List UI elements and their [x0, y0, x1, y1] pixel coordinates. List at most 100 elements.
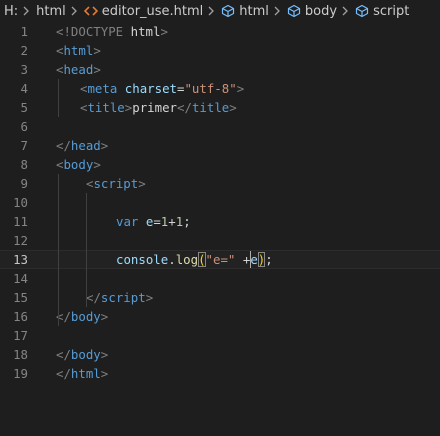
indent-guide [58, 79, 59, 117]
code-token: </ [56, 138, 71, 153]
code-line[interactable]: 6 [0, 117, 440, 136]
code-token: > [100, 347, 109, 362]
code-line[interactable]: 14 [0, 269, 440, 288]
chevron-right-icon [341, 6, 349, 16]
breadcrumb-drive-label: H: [4, 3, 19, 19]
line-number: 1 [20, 24, 28, 39]
line-number: 13 [13, 252, 28, 267]
code-token: > [100, 309, 109, 324]
code-token: primer [132, 100, 178, 115]
code-token: + [235, 252, 251, 267]
code-token: title [87, 100, 125, 115]
cube-symbol-icon [221, 4, 235, 18]
code-token: body [70, 309, 101, 324]
code-line[interactable]: 13 console.log("e=" +e); [0, 250, 440, 269]
code-line[interactable]: 9 <script> [0, 174, 440, 193]
line-number: 3 [20, 62, 28, 77]
code-text: <meta charset="utf-8"> [80, 79, 244, 98]
code-token: head [70, 138, 101, 153]
code-line[interactable]: 16 </body> [0, 307, 440, 326]
code-editor-area[interactable]: 1 <!DOCTYPE html> 2 <html> 3 <head> 4 <meta cha… [0, 22, 440, 436]
indent-guide [58, 174, 59, 326]
code-token: ; [265, 252, 273, 267]
breadcrumb-file[interactable]: editor_use.html [83, 3, 204, 19]
code-text: <!DOCTYPE html> [56, 22, 168, 41]
code-line[interactable]: 19 </html> [0, 364, 440, 383]
code-line[interactable]: 10 [0, 193, 440, 212]
line-number: 7 [20, 138, 28, 153]
code-token: "utf-8" [184, 81, 237, 96]
html-file-icon [83, 6, 98, 16]
code-text: <title>primer</title> [80, 98, 237, 117]
code-line[interactable]: 17 [0, 326, 440, 345]
code-token: script [93, 176, 139, 191]
line-number: 17 [13, 328, 28, 343]
code-token: . [168, 252, 176, 267]
code-line[interactable]: 11 var e=1+1; [0, 212, 440, 231]
cube-symbol-icon [287, 4, 301, 18]
line-number: 5 [20, 100, 28, 115]
line-number: 16 [13, 309, 28, 324]
breadcrumb-symbol-script[interactable]: script [355, 4, 409, 19]
code-text: </body> [56, 345, 108, 364]
line-number: 2 [20, 43, 28, 58]
code-token: var [116, 214, 139, 229]
code-token: </ [86, 290, 101, 305]
code-text: <body> [56, 155, 101, 174]
code-token: > [93, 62, 101, 77]
code-line[interactable]: 1 <!DOCTYPE html> [0, 22, 440, 41]
code-line[interactable]: 5 <title>primer</title> [0, 98, 440, 117]
breadcrumb-symbol-label: body [304, 3, 338, 19]
line-number: 15 [13, 290, 28, 305]
line-number: 12 [13, 233, 28, 248]
code-token: html [130, 24, 161, 39]
code-token: e [250, 252, 258, 267]
code-line[interactable]: 15 </script> [0, 288, 440, 307]
code-line[interactable]: 2 <html> [0, 41, 440, 60]
code-token: > [229, 100, 237, 115]
code-token: "e=" [205, 252, 236, 267]
code-token: + [168, 214, 176, 229]
code-token: > [236, 81, 245, 96]
breadcrumb-symbol-body[interactable]: body [287, 4, 337, 19]
code-token: body [63, 157, 94, 172]
chevron-right-icon [207, 6, 215, 16]
breadcrumb-folder-label: html [36, 3, 66, 19]
chevron-right-icon [273, 6, 281, 16]
code-text: </head> [56, 136, 108, 155]
code-token: console [116, 252, 169, 267]
breadcrumb-symbol-html[interactable]: html [221, 4, 269, 19]
code-token: > [93, 157, 101, 172]
code-line[interactable]: 3 <head> [0, 60, 440, 79]
code-token: > [100, 138, 109, 153]
code-token: meta [87, 81, 118, 96]
code-token: > [100, 366, 109, 381]
code-line[interactable]: 8 <body> [0, 155, 440, 174]
breadcrumb: H: html editor_use.html html body script [0, 0, 440, 22]
line-number: 18 [13, 347, 28, 362]
breadcrumb-file-label: editor_use.html [101, 3, 204, 19]
code-token: > [93, 43, 101, 58]
breadcrumb-folder[interactable]: html [36, 4, 66, 19]
cube-symbol-icon [355, 4, 369, 18]
code-text: </html> [56, 364, 108, 383]
code-token: > [160, 24, 168, 39]
code-line[interactable]: 7 </head> [0, 136, 440, 155]
code-token: script [100, 290, 146, 305]
code-token: html [70, 366, 101, 381]
code-line[interactable]: 18 </body> [0, 345, 440, 364]
breadcrumb-drive[interactable]: H: [4, 4, 18, 19]
line-number: 10 [13, 195, 28, 210]
code-token: ; [183, 214, 191, 229]
code-token: log [175, 252, 199, 267]
code-token: > [145, 290, 154, 305]
code-token: > [138, 176, 146, 191]
code-token: </ [56, 366, 71, 381]
code-token: head [63, 62, 94, 77]
code-line[interactable]: 4 <meta charset="utf-8"> [0, 79, 440, 98]
code-text: <html> [56, 41, 101, 60]
code-token: = [153, 214, 161, 229]
code-line[interactable]: 12 [0, 231, 440, 250]
